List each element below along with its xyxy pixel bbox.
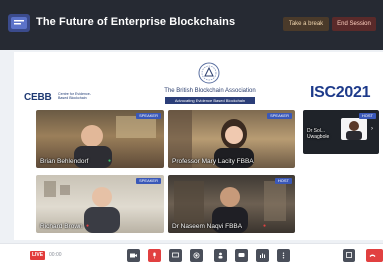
chat-button[interactable] [235,249,248,262]
end-session-button[interactable]: End Session [332,17,376,31]
speaker-badge: SPEAKER [267,113,292,119]
host-badge: HOST [274,178,292,184]
speaker-badge: SPEAKER [136,178,161,184]
bba-tagline: Advocating Evidence Based Blockchain [165,97,255,104]
participant-tile[interactable]: SPEAKER Professor Mary Lacity FBBA [168,110,295,168]
host-badge: HOST [358,113,376,119]
microphone-button[interactable] [148,249,161,262]
webinar-window: The Future of Enterprise Blockchains Tak… [0,0,383,264]
participant-name: Dr Sol... Uwagbole [307,128,330,140]
bottom-toolbar: LIVE 00:00 [0,243,383,264]
more-button[interactable] [277,249,290,262]
more-vertical-icon [282,252,285,259]
participant-name: Professor Mary Lacity FBBA [172,158,254,165]
screen-share-icon [172,252,179,258]
chat-icon [238,253,245,257]
live-badge: LIVE [30,251,45,260]
ceb-logo-mark: CEBB [24,92,52,103]
bba-name: The British Blockchain Association [164,88,256,94]
layout-icon [346,252,352,258]
layout-button[interactable] [343,249,355,262]
screen-share-button[interactable] [169,249,182,262]
participant-tile[interactable]: SPEAKER Brian Behlendorf ● [36,110,164,168]
speaker-badge: SPEAKER [136,113,161,119]
ceb-logo-text: Centre for Evidence-Based Blockchain [58,92,91,101]
more-options-icon[interactable]: › [371,126,373,132]
participant-name: Brian Behlendorf [40,158,89,165]
record-button[interactable] [190,249,203,262]
app-logo [8,14,30,32]
microphone-icon [153,252,156,259]
take-break-button[interactable]: Take a break [283,17,329,31]
phone-hangup-icon [369,254,376,257]
isc-title: ISC2021 [310,84,371,101]
participant-name: Richard Brown [40,223,83,230]
mic-muted-icon: ● [86,223,90,229]
camera-icon [130,253,137,258]
mic-muted-icon: ● [263,223,267,229]
bar-chart-icon [260,253,265,258]
session-title: The Future of Enterprise Blockchains [36,16,236,28]
participants-button[interactable] [214,249,227,262]
camera-button[interactable] [127,249,140,262]
participant-tile[interactable]: HOST Dr Sol... Uwagbole › [303,110,379,154]
ceb-logo: CEBB Centre for Evidence-Based Blockchai… [24,92,96,108]
record-icon [193,252,200,259]
stats-button[interactable] [256,249,269,262]
people-icon [218,252,223,259]
top-bar: The Future of Enterprise Blockchains Tak… [0,0,383,50]
participant-name: Dr Naseem Naqvi FBBA [172,223,243,230]
leave-button[interactable] [366,249,383,262]
participant-tile[interactable]: SPEAKER Richard Brown ● [36,175,164,233]
mic-on-icon: ● [108,158,112,164]
participant-tile[interactable]: HOST Dr Naseem Naqvi FBBA ● [168,175,295,233]
session-timer: 00:00 [49,252,62,258]
bba-emblem-icon [198,62,220,84]
